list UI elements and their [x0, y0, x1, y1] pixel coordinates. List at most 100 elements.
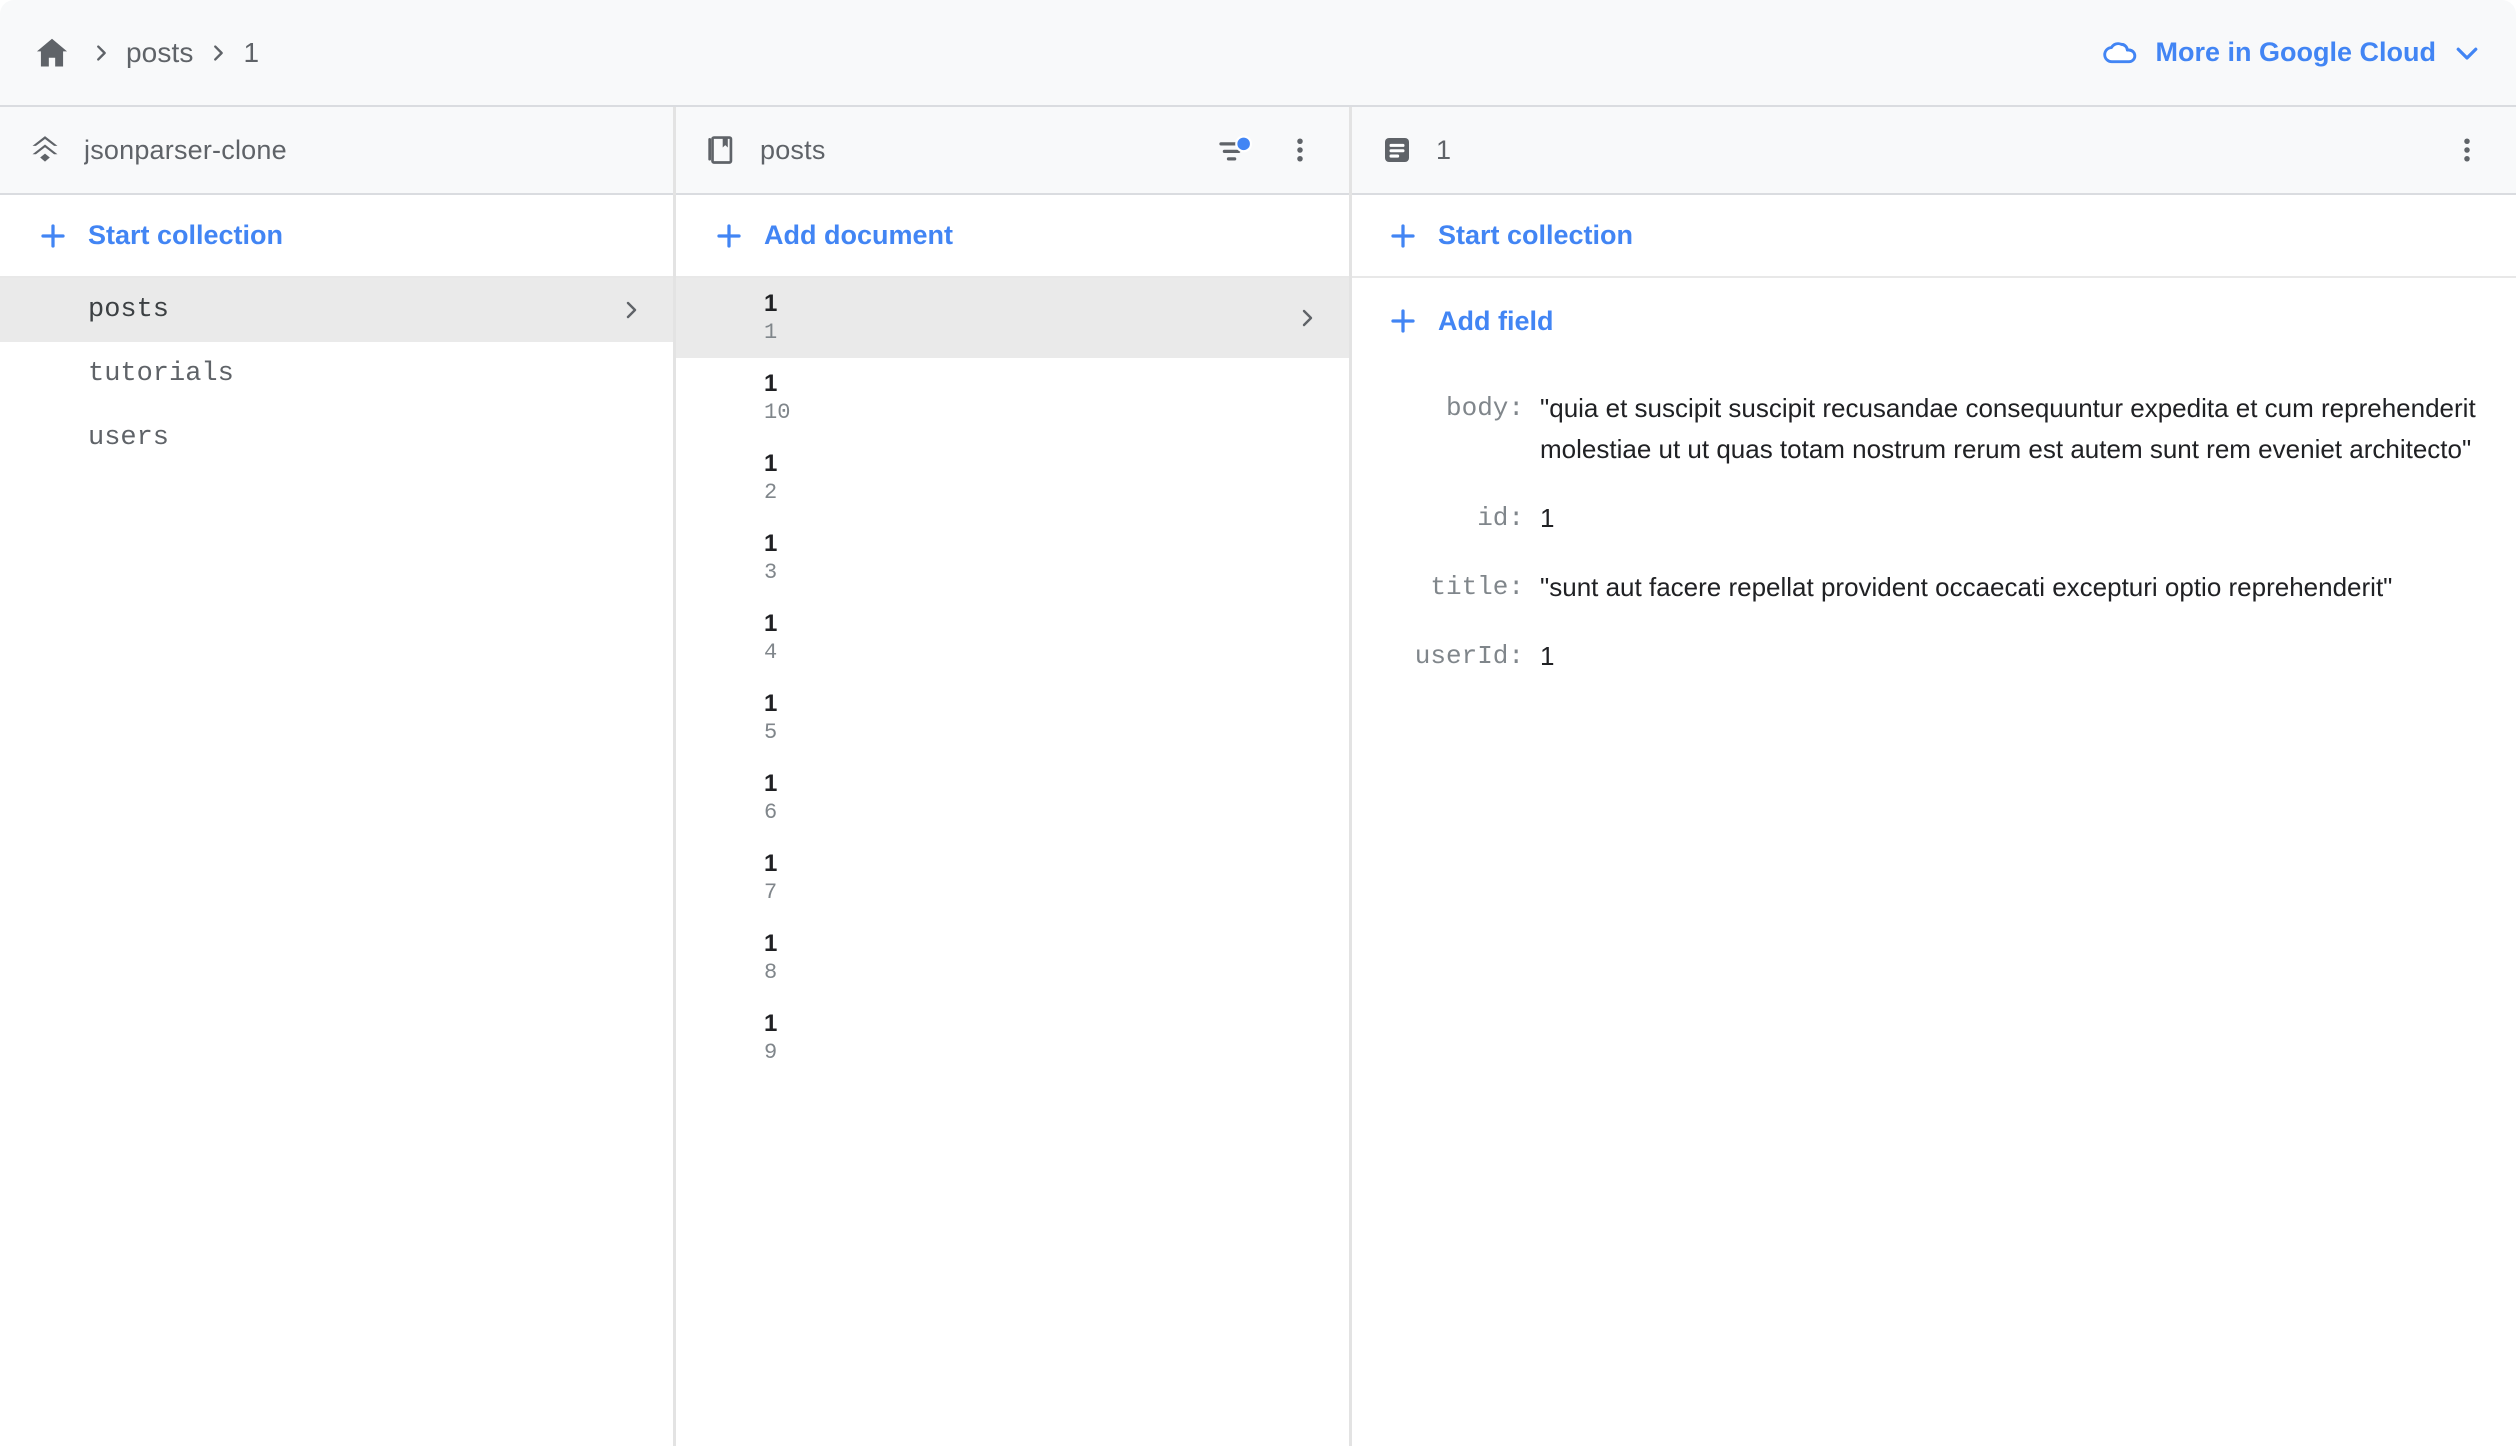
add-field-label: Add field — [1438, 305, 1554, 336]
document-item-text: 16 — [764, 770, 1319, 826]
document-item[interactable]: 13 — [676, 518, 1349, 598]
project-panel: jsonparser-clone Start collection posts t… — [0, 107, 676, 1446]
chevron-right-icon — [1295, 306, 1319, 330]
document-item-text: 18 — [764, 930, 1319, 986]
field-value: "sunt aut facere repellat provident occa… — [1540, 572, 2393, 602]
collection-panel: posts Add document 1 1 1 10 1 2 1 3 1 4 … — [676, 107, 1352, 1446]
add-document-button[interactable]: Add document — [676, 195, 1349, 278]
collection-item[interactable]: tutorials — [0, 342, 673, 406]
panels-container: jsonparser-clone Start collection posts t… — [0, 107, 2516, 1446]
field-key: title: — [1430, 572, 1524, 602]
document-item-id: 3 — [764, 560, 778, 585]
field-value: 1 — [1540, 641, 1555, 671]
document-item-preview: 1 — [764, 370, 778, 397]
filter-sort-icon[interactable] — [1213, 127, 1259, 173]
document-item-text: 12 — [764, 450, 1319, 506]
document-header-actions — [2444, 127, 2490, 173]
document-item[interactable]: 1 10 — [676, 358, 1349, 438]
document-item-text: 13 — [764, 530, 1319, 586]
home-icon[interactable] — [26, 27, 78, 79]
field-list: body: "quia et suscipit suscipit recusand… — [1352, 364, 2516, 1446]
document-item-preview: 1 — [764, 930, 778, 957]
document-item[interactable]: 17 — [676, 838, 1349, 918]
more-vert-icon-collection[interactable] — [1277, 127, 1323, 173]
document-item-preview: 1 — [764, 450, 778, 477]
chevron-right-icon — [619, 298, 643, 322]
collection-name: posts — [760, 134, 826, 165]
plus-icon — [714, 221, 744, 251]
document-item-id: 8 — [764, 960, 778, 985]
document-panel-header: 1 — [1352, 107, 2516, 195]
document-item[interactable]: 18 — [676, 918, 1349, 998]
document-item[interactable]: 16 — [676, 758, 1349, 838]
document-item-text: 11 — [764, 290, 1295, 346]
project-panel-header: jsonparser-clone — [0, 107, 673, 195]
field-row[interactable]: userId: 1 — [1392, 636, 2476, 677]
document-item-text: 1 10 — [764, 370, 1319, 426]
add-field-button[interactable]: Add field — [1352, 278, 2516, 364]
breadcrumb-item-posts[interactable]: posts — [124, 35, 195, 71]
document-icon — [1378, 134, 1416, 166]
document-item-id: 2 — [764, 480, 778, 505]
more-in-google-cloud-button[interactable]: More in Google Cloud — [2102, 37, 2482, 68]
collection-item-label: posts — [88, 295, 170, 325]
plus-icon — [1388, 221, 1418, 251]
breadcrumb-item-document[interactable]: 1 — [241, 35, 261, 71]
add-document-label: Add document — [764, 220, 953, 250]
document-item-text: 19 — [764, 1010, 1319, 1066]
document-item-id: 7 — [764, 880, 778, 905]
collection-item-label: users — [88, 423, 170, 453]
field-value: "quia et suscipit suscipit recusandae co… — [1540, 393, 2476, 464]
breadcrumb: posts 1 — [26, 27, 2102, 79]
document-item-preview: 1 — [764, 850, 778, 877]
collection-item[interactable]: users — [0, 406, 673, 470]
project-name: jsonparser-clone — [84, 134, 287, 165]
document-item-text: 17 — [764, 850, 1319, 906]
breadcrumb-separator-icon — [78, 42, 124, 64]
document-item[interactable]: 14 — [676, 598, 1349, 678]
breadcrumb-separator-icon — [195, 42, 241, 64]
document-item[interactable]: 12 — [676, 438, 1349, 518]
document-item-id: 6 — [764, 800, 778, 825]
document-item-text: 15 — [764, 690, 1319, 746]
collection-list: posts tutorials users — [0, 278, 673, 1446]
top-breadcrumb-bar: posts 1 More in Google Cloud — [0, 0, 2516, 107]
collection-panel-header: posts — [676, 107, 1349, 195]
field-key: body: — [1445, 393, 1524, 423]
document-id: 1 — [1436, 134, 1452, 165]
document-item-id: 4 — [764, 640, 778, 665]
document-list: 1 1 1 10 1 2 1 3 1 4 1 5 1 6 1 7 1 8 1 9 — [676, 278, 1349, 1446]
field-row[interactable]: title: "sunt aut facere repellat providen… — [1392, 567, 2476, 608]
document-item-preview: 1 — [764, 610, 778, 637]
start-collection-label: Start collection — [88, 220, 284, 250]
field-row[interactable]: id: 1 — [1392, 498, 2476, 539]
document-item-id: 1 — [764, 320, 778, 345]
document-item-text: 14 — [764, 610, 1319, 666]
start-collection-label: Start collection — [1438, 220, 1634, 250]
document-item[interactable]: 15 — [676, 678, 1349, 758]
more-vert-icon-document[interactable] — [2444, 127, 2490, 173]
collection-item[interactable]: posts — [0, 278, 673, 342]
document-item-preview: 1 — [764, 1010, 778, 1037]
document-item-id: 10 — [764, 400, 791, 425]
plus-icon — [1388, 306, 1418, 336]
field-row[interactable]: body: "quia et suscipit suscipit recusand… — [1392, 388, 2476, 470]
field-key: id: — [1477, 503, 1524, 533]
document-item-preview: 1 — [764, 770, 778, 797]
document-item-id: 9 — [764, 1040, 778, 1065]
document-panel: 1 Start collection Add field body: "quia… — [1352, 107, 2516, 1446]
document-item[interactable]: 11 — [676, 278, 1349, 358]
field-key: userId: — [1414, 641, 1524, 671]
more-in-google-cloud-label: More in Google Cloud — [2155, 37, 2436, 67]
google-cloud-icon — [2102, 38, 2140, 68]
document-item[interactable]: 19 — [676, 998, 1349, 1078]
field-value: 1 — [1540, 503, 1555, 533]
start-collection-button-left[interactable]: Start collection — [0, 195, 673, 278]
start-collection-button-right[interactable]: Start collection — [1352, 195, 2516, 278]
document-item-preview: 1 — [764, 290, 778, 317]
plus-icon — [38, 221, 68, 251]
collection-item-label: tutorials — [88, 359, 234, 389]
collection-icon — [702, 133, 740, 167]
chevron-down-icon — [2452, 38, 2482, 68]
document-item-preview: 1 — [764, 690, 778, 717]
